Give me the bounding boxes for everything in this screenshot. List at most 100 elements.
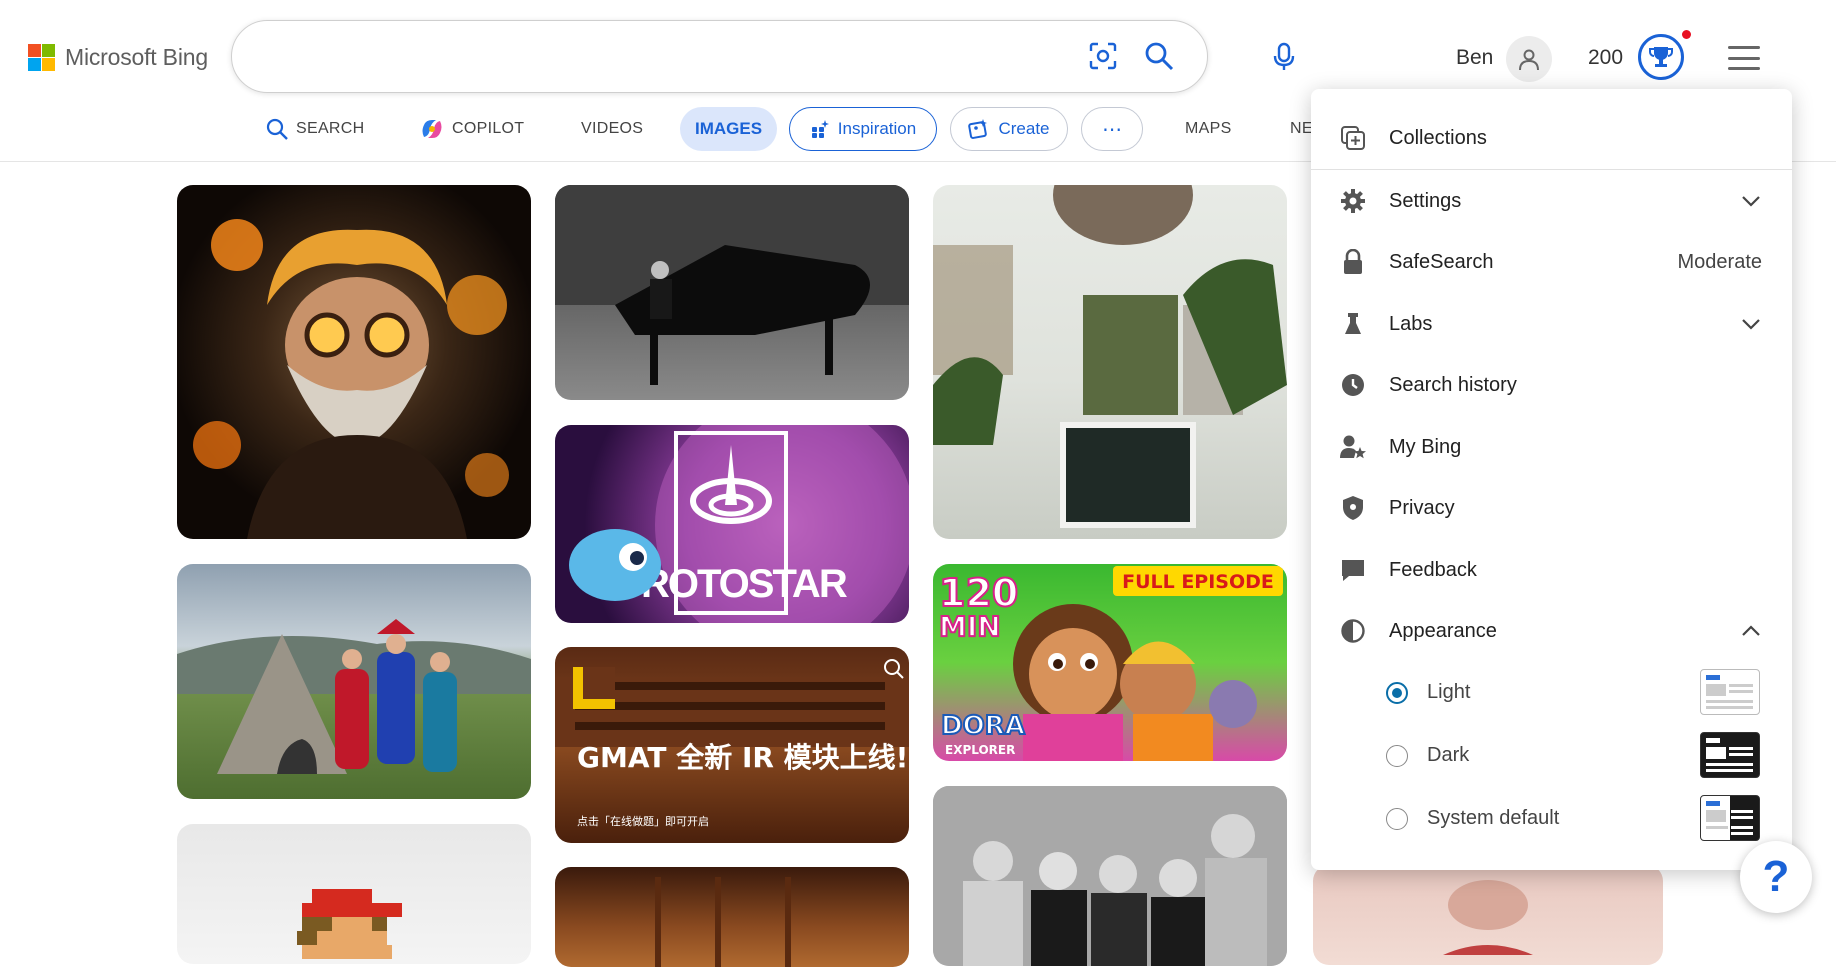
bing-logo[interactable]: Microsoft Bing	[28, 44, 208, 71]
nav-create[interactable]: Create	[950, 107, 1068, 151]
nav-copilot-label: COPILOT	[452, 120, 525, 137]
menu-my-bing-label: My Bing	[1389, 435, 1462, 458]
search-icon	[266, 118, 288, 140]
safesearch-value: Moderate	[1677, 250, 1763, 273]
image-tile-fire-wizard[interactable]	[177, 185, 531, 539]
nav-images-label: IMAGES	[694, 119, 763, 138]
nav-search-label: SEARCH	[296, 120, 365, 137]
nav-create-label: Create	[998, 119, 1050, 138]
menu-privacy-label: Privacy	[1389, 496, 1455, 519]
nav-news[interactable]: NE	[1290, 106, 1313, 152]
nav-inspiration-label: Inspiration	[837, 119, 917, 138]
flask-icon	[1339, 310, 1367, 338]
menu-privacy[interactable]: Privacy	[1311, 478, 1792, 538]
nav-maps[interactable]: MAPS	[1185, 106, 1232, 152]
create-image-icon	[968, 119, 988, 139]
appearance-system-label: System default	[1427, 807, 1560, 829]
menu-safesearch[interactable]: SafeSearch Moderate	[1311, 232, 1792, 292]
curtain-photo	[655, 877, 791, 967]
image-tile-sami-people[interactable]	[177, 564, 531, 799]
appearance-option-system[interactable]: System default	[1311, 789, 1792, 851]
menu-labs-label: Labs	[1389, 312, 1433, 335]
image-tile-curtains[interactable]	[555, 867, 909, 967]
image-tile-gmat-library[interactable]: GMAT 全新 IR 模块上线! 点击「在线做题」即可开启	[555, 647, 909, 843]
menu-labs[interactable]: Labs	[1311, 294, 1792, 354]
dora-explorer-text: EXPLORER	[945, 743, 1015, 757]
menu-appearance-label: Appearance	[1389, 619, 1497, 642]
settings-menu: Collections Settings SafeSearch Moderate…	[1311, 89, 1792, 870]
help-button[interactable]: ?	[1740, 841, 1812, 913]
menu-divider	[1311, 169, 1792, 170]
image-tile-protostar[interactable]: PROTOSTAR	[555, 425, 909, 623]
nav-videos[interactable]: VIDEOS	[581, 106, 643, 152]
rewards-points[interactable]: 200	[1588, 46, 1623, 70]
menu-collections-label: Collections	[1389, 126, 1487, 149]
menu-feedback-label: Feedback	[1389, 558, 1477, 581]
search-box[interactable]	[231, 20, 1295, 93]
dora-full-episode: FULL EPISODE	[1122, 571, 1274, 593]
fire-wizard-illustration	[193, 219, 509, 539]
brand-name: Microsoft Bing	[65, 44, 208, 70]
person-icon	[1519, 49, 1539, 71]
chevron-down-icon	[1742, 319, 1760, 330]
menu-search-history-label: Search history	[1389, 373, 1517, 396]
search-input[interactable]	[262, 39, 1042, 75]
menu-my-bing[interactable]: My Bing	[1311, 417, 1792, 477]
notification-dot	[1682, 30, 1691, 39]
image-tile-pianist[interactable]	[555, 185, 909, 400]
radio-system-default[interactable]	[1386, 808, 1408, 830]
microphone-icon[interactable]	[1268, 41, 1300, 73]
nav-inspiration[interactable]: Inspiration	[789, 107, 937, 151]
avatar[interactable]	[1506, 36, 1552, 82]
radio-dark[interactable]	[1386, 745, 1408, 767]
lock-icon	[1339, 248, 1367, 276]
protostar-artwork: PROTOSTAR	[569, 425, 909, 623]
library-photo: GMAT 全新 IR 模块上线! 点击「在线做题」即可开启	[555, 659, 909, 828]
band-group-photo	[933, 786, 1287, 966]
dora-logo-text: DORA	[941, 711, 1025, 741]
menu-settings[interactable]: Settings	[1311, 171, 1792, 231]
nav-more-button[interactable]: ⋯	[1081, 107, 1143, 151]
menu-safesearch-label: SafeSearch	[1389, 250, 1494, 273]
pixel-mario-art	[297, 889, 402, 959]
nav-news-label: NE	[1290, 120, 1313, 137]
menu-appearance[interactable]: Appearance	[1311, 601, 1792, 661]
menu-search-history[interactable]: Search history	[1311, 355, 1792, 415]
nav-search[interactable]: SEARCH	[266, 106, 364, 152]
image-tile-band-photo[interactable]	[933, 786, 1287, 966]
nav-images[interactable]: IMAGES	[680, 107, 777, 151]
image-tile-atrium-pool[interactable]	[933, 185, 1287, 539]
contrast-icon	[1339, 617, 1367, 645]
image-tile-dora[interactable]: 120 MIN FULL EPISODE DORA EXPLORER	[933, 564, 1287, 761]
radio-light[interactable]	[1386, 682, 1408, 704]
dora-thumbnail: 120 MIN FULL EPISODE DORA EXPLORER	[938, 566, 1283, 761]
sparkle-grid-icon	[811, 120, 829, 138]
menu-feedback[interactable]: Feedback	[1311, 540, 1792, 600]
gmat-title: GMAT 全新 IR 模块上线!	[577, 741, 908, 774]
nav-maps-label: MAPS	[1185, 120, 1232, 137]
copilot-icon	[422, 120, 442, 138]
light-theme-preview-icon	[1700, 669, 1760, 715]
rewards-trophy-icon[interactable]	[1638, 34, 1684, 80]
image-tile-pixel-mario[interactable]	[177, 824, 531, 964]
image-tile-face-closeup[interactable]	[1313, 865, 1663, 965]
user-name[interactable]: Ben	[1456, 46, 1493, 70]
search-icon[interactable]	[1143, 40, 1175, 72]
system-theme-preview-icon	[1700, 795, 1760, 841]
appearance-light-label: Light	[1427, 681, 1471, 703]
dora-minutes: 120	[939, 571, 1018, 615]
appearance-option-light[interactable]: Light	[1311, 663, 1792, 725]
appearance-dark-label: Dark	[1427, 744, 1470, 766]
visual-search-icon[interactable]	[1087, 40, 1119, 72]
chevron-up-icon	[1742, 625, 1760, 636]
appearance-option-dark[interactable]: Dark	[1311, 726, 1792, 788]
menu-hamburger-icon[interactable]	[1728, 46, 1760, 70]
person-star-icon	[1339, 433, 1367, 461]
microsoft-logo-icon	[28, 44, 55, 71]
nav-copilot[interactable]: COPILOT	[420, 106, 524, 152]
gear-icon	[1339, 187, 1367, 215]
menu-settings-label: Settings	[1389, 189, 1462, 212]
menu-collections[interactable]: Collections	[1311, 108, 1792, 168]
pianist-photo	[555, 185, 909, 385]
chevron-down-icon	[1742, 196, 1760, 207]
